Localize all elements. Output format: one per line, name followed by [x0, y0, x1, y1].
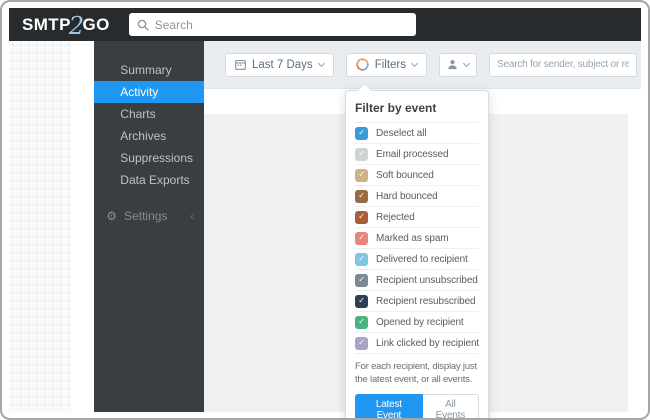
activity-toolbar: Last 7 Days Filters Search for sender, s…: [203, 41, 641, 89]
chevron-down-icon: [410, 59, 419, 67]
checkbox-checked-icon[interactable]: ✓: [355, 210, 368, 224]
filter-by-event-dropdown: Filter by event ✓ Deselect all ✓ Email p…: [345, 90, 489, 418]
footer-note-line: the latest event, or all events.: [355, 374, 473, 386]
filter-event-option[interactable]: ✓ Delivered to recipient: [355, 248, 479, 269]
settings-label: Settings: [124, 209, 168, 223]
date-range-button[interactable]: Last 7 Days: [224, 52, 334, 77]
filters-button[interactable]: Filters: [345, 52, 427, 77]
sidebar-nav: Summary Activity Charts Archives Suppres…: [94, 59, 204, 191]
search-icon: [137, 19, 149, 31]
filter-event-option[interactable]: ✓ Recipient unsubscribed: [355, 269, 479, 290]
smtp2go-logo[interactable]: SMTP 2 GO: [22, 14, 110, 38]
all-events-button[interactable]: All Events: [422, 393, 479, 418]
logo-text-right: GO: [82, 14, 110, 34]
latest-event-button[interactable]: Latest Event: [355, 393, 423, 418]
event-display-toggle: Latest Event All Events: [355, 393, 479, 418]
filters-label: Filters: [374, 58, 406, 71]
app-window: SMTP 2 GO Summary Activity: [0, 0, 650, 420]
filter-event-option[interactable]: ✓ Deselect all: [355, 122, 479, 143]
filter-event-label: Soft bounced: [376, 169, 434, 181]
person-icon: [447, 59, 458, 70]
account-filter-button[interactable]: [439, 52, 477, 77]
filter-event-option[interactable]: ✓ Recipient resubscribed: [355, 290, 479, 311]
checkbox-checked-icon[interactable]: ✓: [355, 126, 368, 140]
filter-event-label: Rejected: [376, 211, 415, 223]
filter-event-label: Delivered to recipient: [376, 253, 468, 265]
filter-event-label: Hard bounced: [376, 190, 438, 202]
checkbox-checked-icon[interactable]: ✓: [355, 252, 368, 266]
sidebar-item[interactable]: Suppressions: [94, 147, 204, 169]
filter-event-label: Recipient unsubscribed: [376, 274, 478, 286]
filter-event-label: Deselect all: [376, 127, 427, 139]
chevron-down-icon: [317, 59, 325, 67]
filter-event-label: Recipient resubscribed: [376, 295, 476, 307]
filter-event-label: Marked as spam: [376, 232, 449, 244]
filter-event-option[interactable]: ✓ Email processed: [355, 143, 479, 164]
sidebar-item[interactable]: Archives: [94, 125, 204, 147]
sidebar-item[interactable]: Summary: [94, 59, 204, 81]
sidebar-item-settings[interactable]: ⚙ Settings ‹: [94, 205, 204, 227]
checkbox-checked-icon[interactable]: ✓: [355, 189, 368, 203]
checkbox-checked-icon[interactable]: ✓: [355, 147, 368, 161]
page-background-pattern: [9, 41, 71, 412]
checkbox-checked-icon[interactable]: ✓: [355, 231, 368, 245]
scrollbar-track[interactable]: [628, 89, 641, 412]
checkbox-checked-icon[interactable]: ✓: [355, 336, 368, 350]
sidebar-item[interactable]: Charts: [94, 103, 204, 125]
filter-event-option[interactable]: ✓ Hard bounced: [355, 185, 479, 206]
app-header: SMTP 2 GO: [9, 8, 641, 41]
chevron-down-icon: [462, 59, 471, 67]
sidebar-item[interactable]: Data Exports: [94, 169, 204, 191]
filter-event-option[interactable]: ✓ Link clicked by recipient: [355, 332, 479, 353]
checkbox-checked-icon[interactable]: ✓: [355, 273, 368, 287]
checkbox-checked-icon[interactable]: ✓: [355, 315, 368, 329]
global-search-box[interactable]: [128, 13, 416, 36]
filter-event-label: Opened by recipient: [376, 316, 464, 328]
chevron-left-icon[interactable]: ‹: [190, 209, 194, 223]
dropdown-footer-note: For each recipient, display just the lat…: [355, 353, 479, 387]
filter-event-option[interactable]: ✓ Rejected: [355, 206, 479, 227]
filter-event-option[interactable]: ✓ Marked as spam: [355, 227, 479, 248]
filters-icon: [356, 58, 369, 71]
filter-event-list: ✓ Deselect all ✓ Email processed ✓ Soft …: [355, 122, 479, 353]
gear-icon: ⚙: [106, 209, 118, 223]
global-search-input[interactable]: [154, 17, 408, 32]
calendar-icon: [235, 59, 246, 70]
sidebar-item[interactable]: Activity: [94, 81, 204, 103]
filter-event-option[interactable]: ✓ Opened by recipient: [355, 311, 479, 332]
left-gutter: [70, 41, 95, 412]
activity-search-input[interactable]: [489, 52, 637, 77]
checkbox-checked-icon[interactable]: ✓: [355, 294, 368, 308]
sidebar: Summary Activity Charts Archives Suppres…: [94, 41, 204, 412]
date-range-label: Last 7 Days: [251, 58, 313, 71]
dropdown-title: Filter by event: [355, 101, 437, 115]
filter-event-option[interactable]: ✓ Soft bounced: [355, 164, 479, 185]
filter-event-label: Link clicked by recipient: [376, 337, 480, 349]
checkbox-checked-icon[interactable]: ✓: [355, 168, 368, 182]
logo-text-left: SMTP: [22, 14, 71, 34]
filter-event-label: Email processed: [376, 148, 449, 160]
footer-note-line: For each recipient, display just: [355, 361, 477, 372]
